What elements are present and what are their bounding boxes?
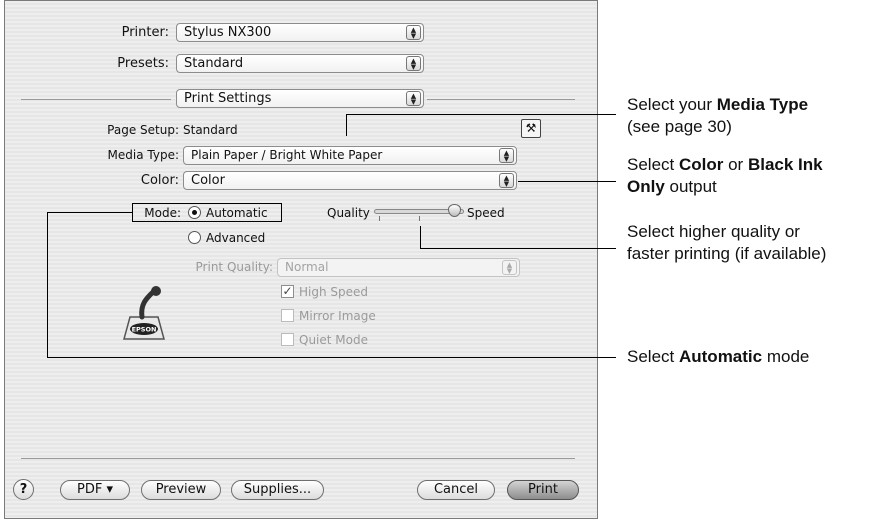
popup-arrows-icon: ▲ ▼ — [406, 91, 421, 106]
panel-value: Print Settings — [184, 91, 272, 106]
popup-arrows-icon: ▲ ▼ — [406, 25, 421, 40]
media-leader-horizontal — [346, 114, 616, 115]
callout-media-type: Select your Media Type (see page 30) — [627, 94, 808, 138]
callout-mode-post: mode — [762, 347, 810, 366]
callout-quality-line2: faster printing (if available) — [627, 244, 827, 263]
callout-mode: Select Automatic mode — [627, 346, 809, 368]
popup-arrows-icon: ▲ ▼ — [499, 173, 514, 188]
pdf-button[interactable]: PDF ▾ — [60, 480, 130, 500]
preview-button[interactable]: Preview — [141, 480, 221, 500]
utility-tools-icon[interactable]: ⚒ — [521, 119, 541, 138]
presets-label: Presets: — [117, 56, 169, 71]
epson-printer-icon: EPSON — [123, 286, 165, 340]
quality-leader-horizontal — [420, 248, 616, 249]
print-quality-value: Normal — [285, 260, 329, 274]
presets-popup[interactable]: Standard ▲ ▼ — [176, 54, 424, 73]
high-speed-checkbox[interactable]: ✓ — [281, 285, 294, 298]
media-type-label: Media Type: — [107, 148, 179, 162]
printer-value: Stylus NX300 — [184, 25, 272, 40]
slider-thumb[interactable] — [448, 204, 461, 217]
callout-mode-pre: Select — [627, 347, 679, 366]
media-leader-vertical — [346, 114, 347, 136]
print-button[interactable]: Print — [507, 480, 579, 500]
page-setup-label: Page Setup: — [107, 123, 179, 137]
mode-leader-bottom — [47, 357, 616, 358]
color-value: Color — [191, 173, 225, 188]
callout-color-bold2: Black Ink — [747, 155, 823, 174]
slider-tick — [379, 216, 380, 221]
mirror-image-checkbox[interactable] — [281, 309, 294, 322]
mode-leader-vertical — [47, 212, 48, 358]
mode-leader-top — [47, 212, 132, 213]
mode-advanced-radio[interactable] — [188, 231, 201, 244]
mode-advanced-label: Advanced — [206, 231, 266, 245]
panel-popup[interactable]: Print Settings ▲ ▼ — [176, 89, 424, 108]
callout-media-line2: (see page 30) — [627, 117, 732, 136]
callout-media-bold: Media Type — [716, 95, 809, 114]
callout-color-mid: or — [723, 155, 748, 174]
media-type-value: Plain Paper / Bright White Paper — [191, 148, 383, 162]
popup-arrows-icon: ▲ ▼ — [499, 148, 514, 163]
bottom-separator — [21, 458, 575, 459]
supplies-button[interactable]: Supplies... — [231, 480, 324, 500]
color-leader — [518, 181, 616, 182]
slider-speed-label: Speed — [467, 206, 505, 220]
page-setup-value: Standard — [183, 123, 238, 137]
color-label: Color: — [140, 173, 179, 188]
mode-automatic-radio[interactable] — [188, 206, 201, 219]
high-speed-label: High Speed — [299, 285, 369, 299]
presets-value: Standard — [184, 56, 244, 71]
print-quality-label: Print Quality: — [195, 260, 273, 274]
separator-left — [21, 99, 171, 100]
slider-tick — [419, 216, 420, 221]
callout-quality-line1: Select higher quality or — [627, 222, 800, 241]
quality-leader-vertical — [420, 226, 421, 248]
cancel-button[interactable]: Cancel — [417, 480, 495, 500]
slider-quality-label: Quality — [327, 206, 370, 220]
popup-arrows-icon: ▲ ▼ — [406, 56, 421, 71]
callout-quality: Select higher quality or faster printing… — [627, 221, 826, 265]
epson-logo-text: EPSON — [132, 326, 157, 334]
printer-label: Printer: — [121, 25, 169, 40]
mode-automatic-label: Automatic — [206, 206, 268, 220]
mode-label: Mode: — [144, 206, 181, 220]
quiet-mode-label: Quiet Mode — [299, 333, 368, 347]
callout-mode-bold: Automatic — [678, 347, 763, 366]
callout-color-pre: Select — [627, 155, 679, 174]
print-quality-popup[interactable]: Normal ▲ ▼ — [277, 258, 520, 277]
color-popup[interactable]: Color ▲ ▼ — [183, 171, 517, 190]
printer-popup[interactable]: Stylus NX300 ▲ ▼ — [176, 23, 424, 42]
media-type-popup[interactable]: Plain Paper / Bright White Paper ▲ ▼ — [183, 146, 517, 165]
callout-color-bold1: Color — [678, 155, 724, 174]
quiet-mode-checkbox[interactable] — [281, 333, 294, 346]
callout-color: Select Color or Black Ink Only output — [627, 154, 823, 198]
popup-arrows-icon: ▲ ▼ — [502, 260, 517, 275]
callout-color-bold3: Only — [627, 177, 665, 196]
help-button[interactable]: ? — [13, 479, 34, 500]
separator-right — [427, 99, 575, 100]
mirror-image-label: Mirror Image — [299, 309, 376, 323]
callout-color-post: output — [664, 177, 717, 196]
print-dialog: Printer: Stylus NX300 ▲ ▼ Presets: Standa… — [4, 0, 598, 519]
callout-media-pre: Select your — [627, 95, 717, 114]
